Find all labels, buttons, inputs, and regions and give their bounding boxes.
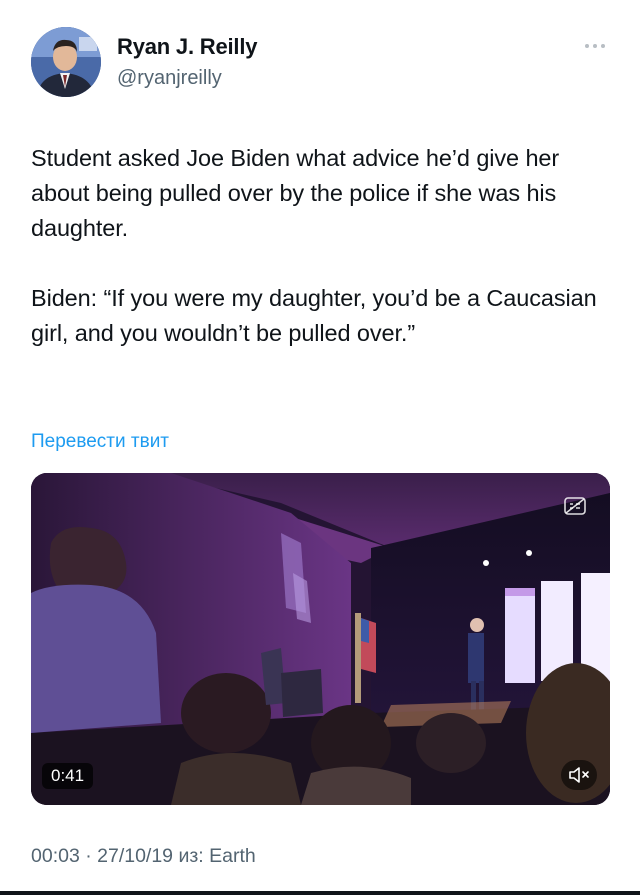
video-frame: [31, 473, 610, 805]
tweet-text: Student asked Joe Biden what advice he’d…: [31, 141, 611, 351]
tweet-paragraph-1: Student asked Joe Biden what advice he’d…: [31, 145, 560, 241]
tweet-page: Ryan J. Reilly @ryanjreilly Student aske…: [0, 0, 640, 895]
translate-tweet-link[interactable]: Перевести твит: [31, 431, 169, 453]
more-options-icon[interactable]: [580, 38, 610, 54]
volume-muted-icon[interactable]: [561, 760, 597, 790]
divider: [0, 891, 640, 895]
author-name[interactable]: Ryan J. Reilly: [117, 34, 257, 60]
tweet-timestamp[interactable]: 00:03 · 27/10/19 из: Earth: [31, 845, 256, 868]
captions-icon[interactable]: [564, 497, 586, 515]
author-handle[interactable]: @ryanjreilly: [117, 67, 222, 90]
tweet-paragraph-2: Biden: “If you were my daughter, you’d b…: [31, 285, 597, 346]
author-avatar[interactable]: [31, 27, 101, 97]
video-duration: 0:41: [42, 763, 94, 789]
avatar-photo: [31, 27, 101, 97]
video-player[interactable]: 0:41: [31, 473, 610, 805]
